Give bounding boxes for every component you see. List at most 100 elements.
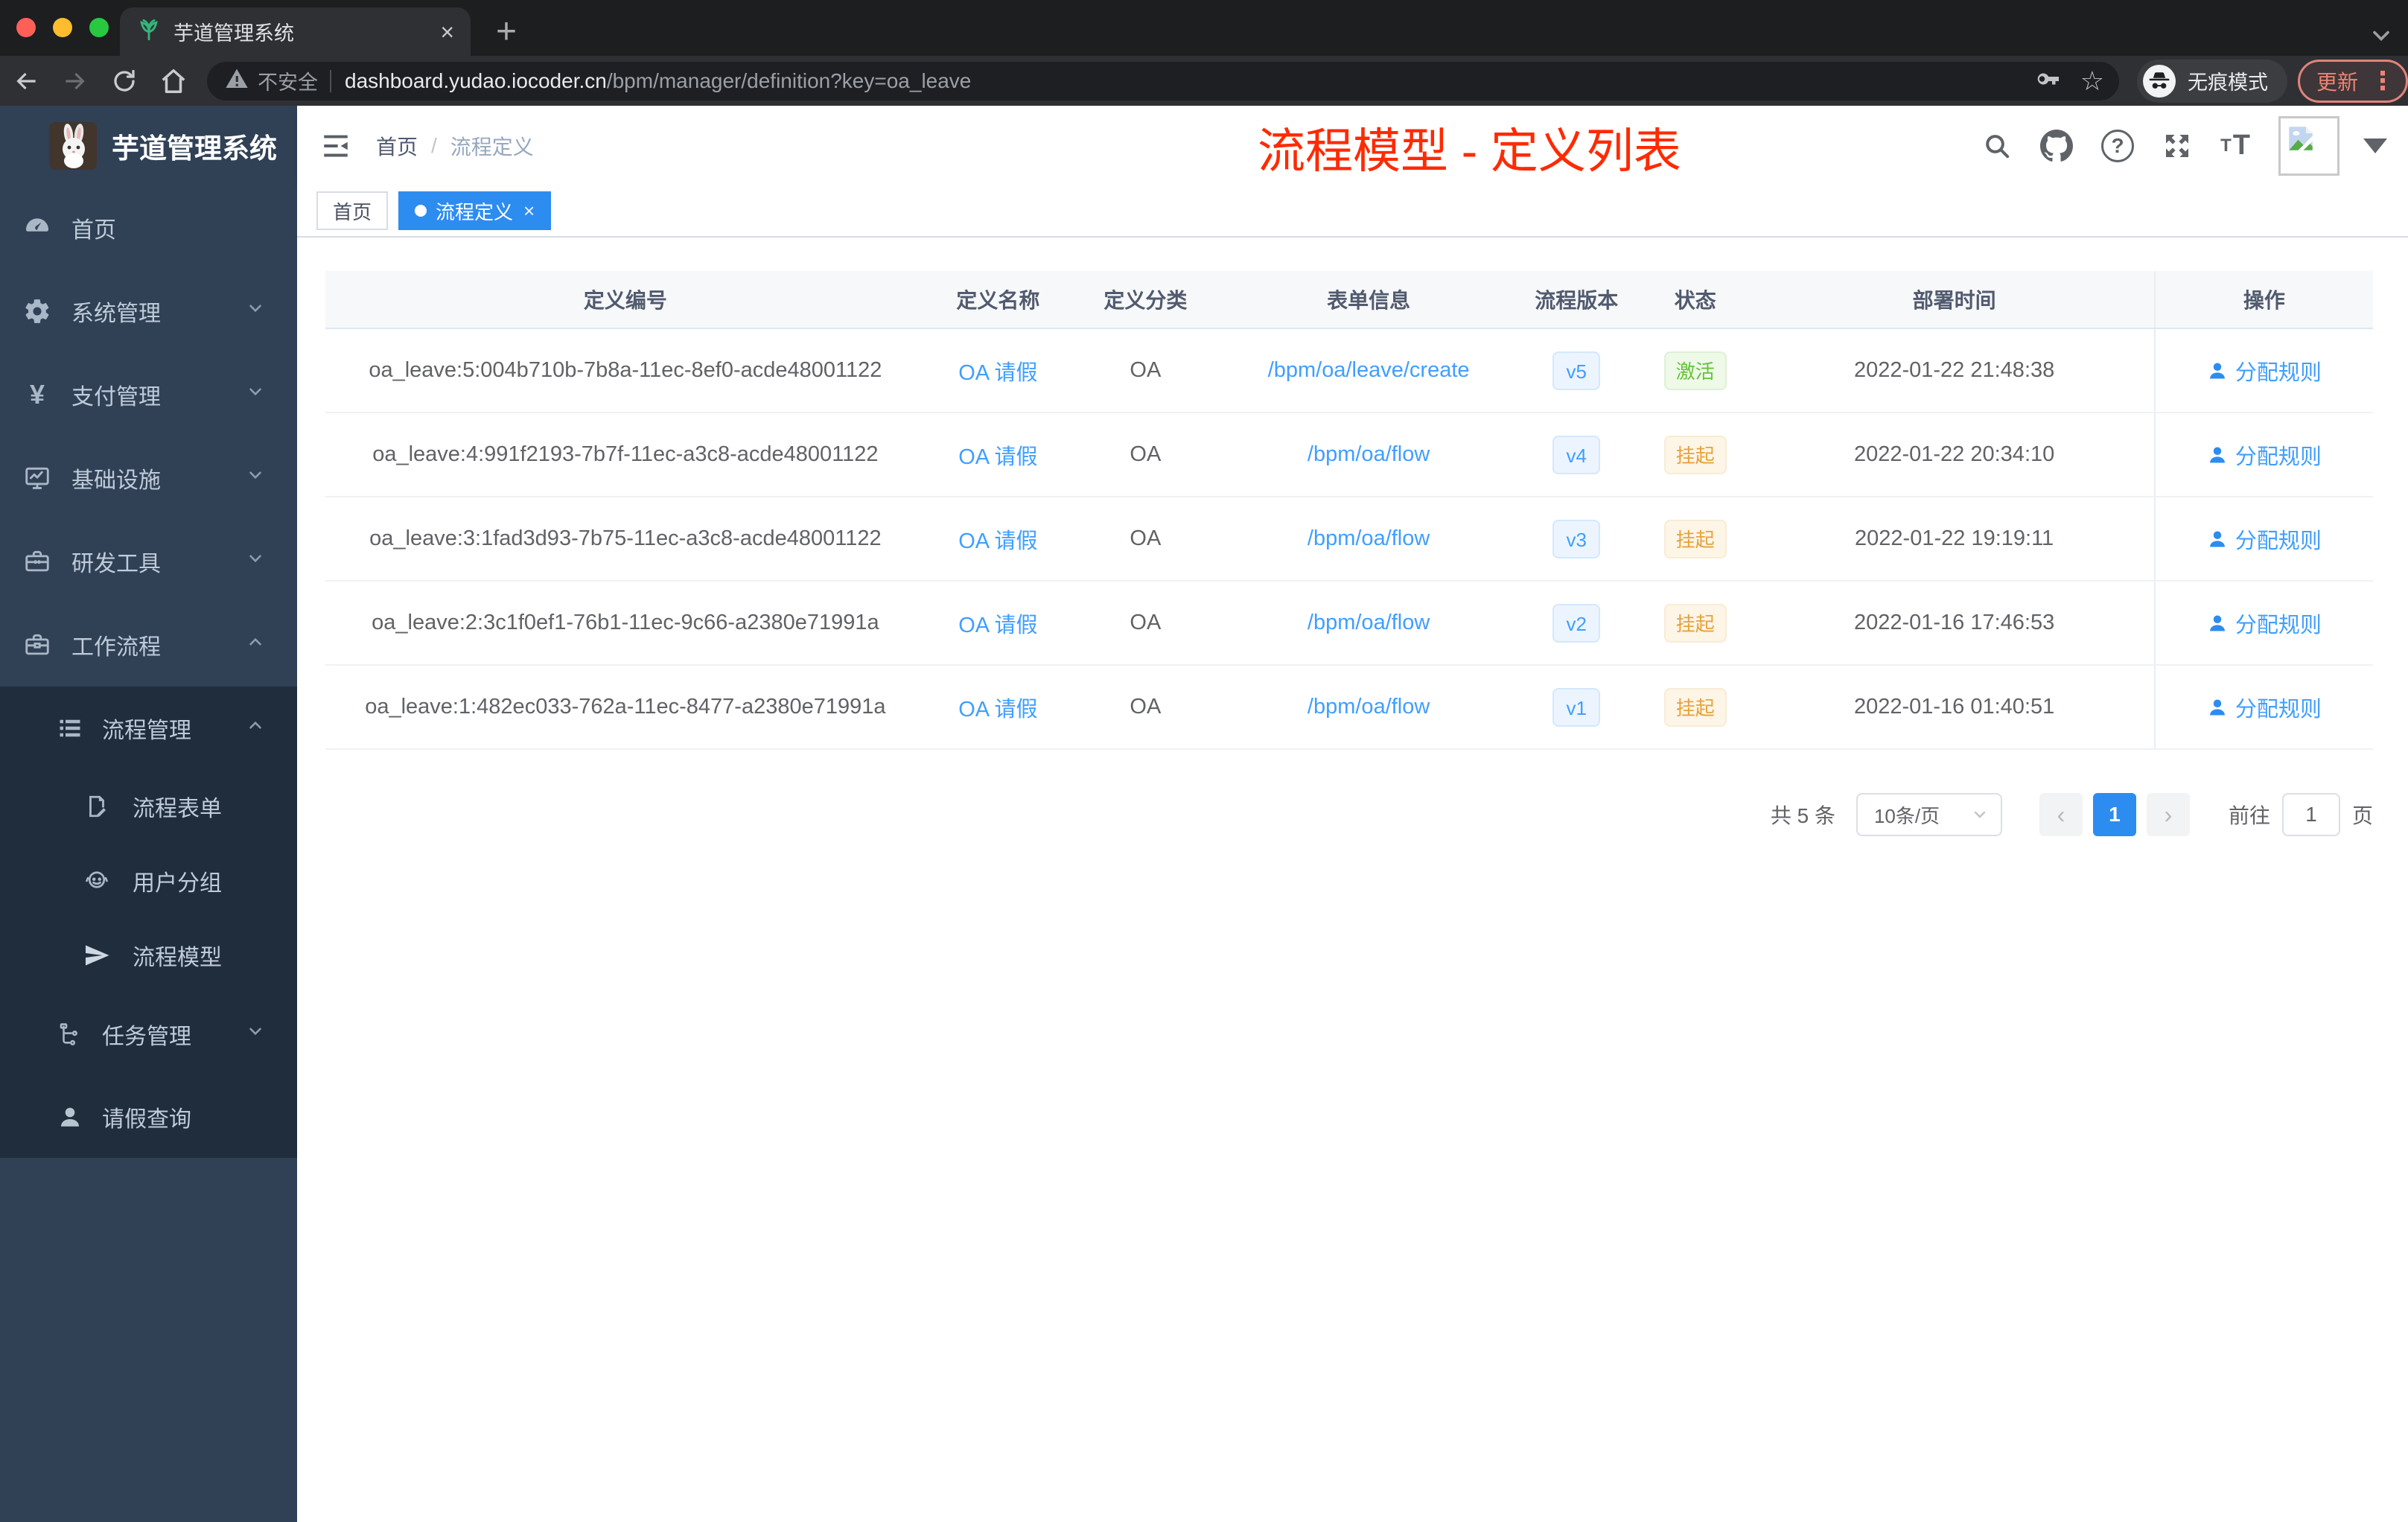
definition-name-link[interactable]: OA 请假 xyxy=(958,698,1037,722)
sidebar-item-label: 流程表单 xyxy=(133,797,222,821)
status-badge: 挂起 xyxy=(1663,519,1727,558)
address-bar[interactable]: 不安全 dashboard.yudao.iocoder.cn/bpm/manag… xyxy=(207,61,2119,101)
forward-icon[interactable] xyxy=(52,61,98,101)
form-link[interactable]: /bpm/oa/flow xyxy=(1307,442,1430,466)
tag-label: 流程定义 xyxy=(436,200,514,223)
definition-name-link[interactable]: OA 请假 xyxy=(958,614,1037,637)
column-header: 定义编号 xyxy=(583,289,667,312)
sidebar-item-home[interactable]: 首页 xyxy=(0,186,297,270)
incognito-label: 无痕模式 xyxy=(2187,71,2268,94)
sidebar-item-process-form[interactable]: 流程表单 xyxy=(0,769,297,844)
sidebar-logo[interactable]: 芋道管理系统 xyxy=(0,106,297,186)
logo-rabbit-avatar xyxy=(49,122,97,170)
assign-rule-link[interactable]: 分配规则 xyxy=(2207,692,2322,723)
browser-update-button[interactable]: 更新 ⋮ xyxy=(2297,59,2408,103)
page-size-select[interactable]: 10条/页 xyxy=(1856,793,2002,836)
window-maximize-button[interactable] xyxy=(89,18,109,37)
sidebar-item-infra[interactable]: 基础设施 xyxy=(0,436,297,520)
toolbox-icon xyxy=(22,547,52,576)
chevron-down-icon xyxy=(246,1022,265,1047)
window-close-button[interactable] xyxy=(16,18,36,37)
fullscreen-icon[interactable] xyxy=(2162,131,2192,161)
definition-category: OA xyxy=(1130,611,1162,634)
definition-name-link[interactable]: OA 请假 xyxy=(958,445,1037,469)
table-row: oa_leave:4:991f2193-7b7f-11ec-a3c8-acde4… xyxy=(325,413,2373,497)
tag-process-definition[interactable]: 流程定义 × xyxy=(398,191,552,230)
tab-close-icon[interactable]: × xyxy=(440,20,454,44)
definition-id: oa_leave:5:004b710b-7b8a-11ec-8ef0-acde4… xyxy=(369,358,882,382)
update-label[interactable]: 更新 xyxy=(2316,66,2358,96)
sidebar-toggle-icon[interactable] xyxy=(319,130,352,162)
sidebar-item-devtools[interactable]: 研发工具 xyxy=(0,520,297,603)
definition-name-link[interactable]: OA 请假 xyxy=(958,529,1037,553)
workflow-submenu: 流程管理 流程表单 用户分组 流程模型 任务管理 请假查询 xyxy=(0,687,297,1158)
avatar-caret-icon[interactable] xyxy=(2363,138,2387,153)
form-link[interactable]: /bpm/oa/flow xyxy=(1307,526,1430,550)
table-row: oa_leave:2:3c1f0ef1-76b1-11ec-9c66-a2380… xyxy=(325,582,2373,666)
avatar[interactable] xyxy=(2278,115,2339,176)
pagination-total: 共 5 条 xyxy=(1770,804,1835,827)
current-page-button[interactable]: 1 xyxy=(2092,793,2136,836)
gear-icon xyxy=(22,297,52,325)
main-area: 流程模型 - 定义列表 首页 / 流程定义 ? T T 首页 流程定义 × 定义… xyxy=(297,106,2408,1522)
form-link[interactable]: /bpm/oa/leave/create xyxy=(1268,358,1470,382)
tab-strip-caret-icon[interactable] xyxy=(2368,22,2395,53)
assign-rule-link[interactable]: 分配规则 xyxy=(2207,608,2322,639)
form-link[interactable]: /bpm/oa/flow xyxy=(1307,695,1430,719)
browser-toolbar: 不安全 dashboard.yudao.iocoder.cn/bpm/manag… xyxy=(0,56,2408,106)
home-icon[interactable] xyxy=(150,61,197,101)
sidebar-item-process-model[interactable]: 流程模型 xyxy=(0,918,297,993)
help-icon[interactable]: ? xyxy=(2101,129,2135,162)
tag-home[interactable]: 首页 xyxy=(316,191,389,230)
logo-title: 芋道管理系统 xyxy=(112,133,277,164)
definition-category: OA xyxy=(1130,526,1162,550)
browser-tab[interactable]: 芋道管理系统 × xyxy=(120,7,471,56)
column-header: 表单信息 xyxy=(1327,289,1411,312)
breadcrumb-home[interactable]: 首页 xyxy=(376,131,418,161)
prev-page-button[interactable]: ‹ xyxy=(2039,793,2083,836)
breadcrumb-current: 流程定义 xyxy=(450,135,534,159)
breadcrumb: 首页 / 流程定义 xyxy=(376,131,534,161)
assign-rule-link[interactable]: 分配规则 xyxy=(2207,355,2322,386)
workflow-icon xyxy=(22,631,52,659)
window-controls[interactable] xyxy=(16,18,109,37)
url-text[interactable]: dashboard.yudao.iocoder.cn/bpm/manager/d… xyxy=(345,69,2025,93)
window-minimize-button[interactable] xyxy=(53,18,72,37)
search-icon[interactable] xyxy=(1982,131,2012,161)
bookmark-star-icon[interactable]: ☆ xyxy=(2080,67,2104,95)
sidebar-item-process-management[interactable]: 流程管理 xyxy=(0,687,297,769)
sidebar-item-payment[interactable]: ¥ 支付管理 xyxy=(0,353,297,436)
password-key-icon[interactable] xyxy=(2034,66,2061,96)
column-header: 定义名称 xyxy=(956,289,1040,312)
sidebar-item-leave-query[interactable]: 请假查询 xyxy=(0,1075,297,1158)
new-tab-button[interactable]: + xyxy=(484,9,529,54)
next-page-button[interactable]: › xyxy=(2146,793,2190,836)
definition-name-link[interactable]: OA 请假 xyxy=(958,361,1037,385)
back-icon[interactable] xyxy=(3,61,49,101)
incognito-icon xyxy=(2142,64,2176,98)
browser-menu-dots-icon[interactable]: ⋮ xyxy=(2370,66,2395,96)
user-icon xyxy=(2209,531,2225,547)
definition-id: oa_leave:4:991f2193-7b7f-11ec-a3c8-acde4… xyxy=(372,442,879,466)
app: 芋道管理系统 首页 系统管理 ¥ 支付管理 基础设施 研发工具 工作流程 流程管… xyxy=(0,106,2408,1522)
tab-title: 芋道管理系统 xyxy=(173,22,294,45)
goto-page-input[interactable] xyxy=(2281,793,2340,836)
table-header-row: 定义编号 定义名称 定义分类 表单信息 流程版本 状态 部署时间 操作 xyxy=(325,271,2373,329)
chevron-up-icon xyxy=(246,632,265,657)
github-icon[interactable] xyxy=(2040,129,2074,162)
sidebar-item-user-group[interactable]: 用户分组 xyxy=(0,844,297,918)
column-header: 状态 xyxy=(1674,289,1716,312)
sidebar-item-task-management[interactable]: 任务管理 xyxy=(0,993,297,1075)
reload-icon[interactable] xyxy=(101,61,147,101)
sidebar-item-label: 研发工具 xyxy=(71,552,161,576)
sidebar-item-system[interactable]: 系统管理 xyxy=(0,270,297,353)
sidebar-item-workflow[interactable]: 工作流程 xyxy=(0,603,297,687)
assign-rule-link[interactable]: 分配规则 xyxy=(2207,439,2322,471)
task-tree-icon xyxy=(55,1022,85,1047)
tag-close-icon[interactable]: × xyxy=(523,200,535,223)
security-warning-icon[interactable] xyxy=(225,67,249,95)
form-link[interactable]: /bpm/oa/flow xyxy=(1307,611,1430,634)
font-size-icon[interactable]: TT xyxy=(2220,130,2250,162)
security-label[interactable]: 不安全 xyxy=(258,66,318,95)
assign-rule-link[interactable]: 分配规则 xyxy=(2207,523,2322,555)
